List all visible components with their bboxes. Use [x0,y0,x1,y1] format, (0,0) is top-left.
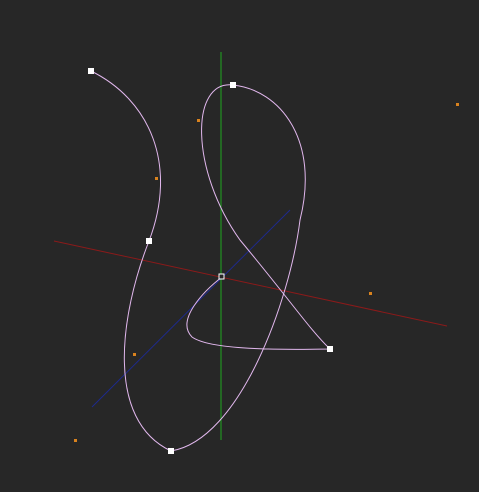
control-point[interactable] [88,68,94,74]
origin-point[interactable] [218,273,225,280]
control-point[interactable] [230,82,236,88]
x-axis-line [53,240,448,327]
3d-viewport[interactable] [0,0,479,492]
z-axis-line [91,209,291,408]
handle-point[interactable] [74,439,77,442]
viewport-canvas[interactable] [0,0,479,492]
handle-point[interactable] [456,103,459,106]
handle-point[interactable] [369,292,372,295]
handle-point[interactable] [133,353,136,356]
control-point[interactable] [168,448,174,454]
spline-curve[interactable] [90,70,332,452]
control-point[interactable] [327,346,333,352]
handle-point[interactable] [155,177,158,180]
handle-point[interactable] [197,119,200,122]
control-point[interactable] [146,238,152,244]
